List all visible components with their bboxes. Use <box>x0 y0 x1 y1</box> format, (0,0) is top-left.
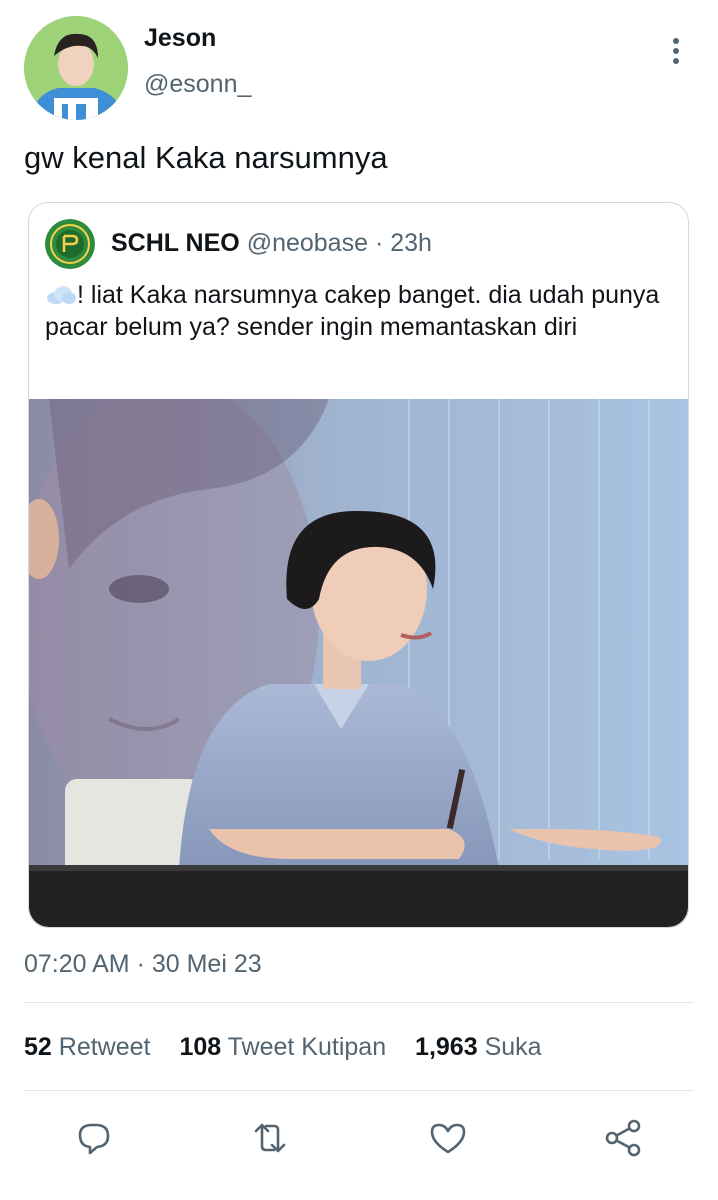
author-handle[interactable]: @esonn_ <box>144 70 251 99</box>
quote-text: ! liat Kaka narsumnya cakep banget. dia … <box>45 279 665 343</box>
action-bar <box>0 1110 718 1170</box>
quote-tweet-count: 108 <box>179 1033 222 1061</box>
divider <box>24 1002 694 1003</box>
like-stat[interactable]: 1,963 Suka <box>415 1033 542 1061</box>
quote-author-avatar[interactable] <box>45 219 95 269</box>
tweet-text: gw kenal Kaka narsumnya <box>24 140 388 175</box>
like-count: 1,963 <box>415 1033 478 1061</box>
tweet-stats: 52 Retweet 108 Tweet Kutipan 1,963 Suka <box>24 1033 564 1062</box>
quote-header: SCHL NEO @neobase · 23h <box>111 229 432 258</box>
quote-tweet-card[interactable]: SCHL NEO @neobase · 23h ! liat Kaka nars… <box>28 202 689 928</box>
retweet-label: Retweet <box>58 1033 151 1061</box>
more-vertical-icon[interactable] <box>662 34 690 68</box>
retweet-icon[interactable] <box>248 1116 292 1160</box>
divider <box>24 1090 694 1091</box>
quote-tweet-label: Tweet Kutipan <box>227 1033 387 1061</box>
cloud-icon <box>47 286 76 304</box>
heart-icon[interactable] <box>426 1116 470 1160</box>
author-display-name[interactable]: Jeson <box>144 24 216 53</box>
separator-dot: · <box>374 229 384 257</box>
author-avatar[interactable] <box>24 16 128 120</box>
quote-media-photo[interactable] <box>29 399 688 927</box>
tweet-timestamp[interactable]: 07:20 AM · 30 Mei 23 <box>24 950 262 979</box>
retweet-count: 52 <box>24 1033 52 1061</box>
reply-icon[interactable] <box>72 1116 116 1160</box>
quote-tweet-stat[interactable]: 108 Tweet Kutipan <box>179 1033 386 1061</box>
like-label: Suka <box>484 1033 542 1061</box>
quote-text-body: ! liat Kaka narsumnya cakep banget. dia … <box>45 281 660 341</box>
quote-author-name[interactable]: SCHL NEO <box>111 229 240 257</box>
quote-author-handle[interactable]: @neobase <box>247 229 368 257</box>
retweet-stat[interactable]: 52 Retweet <box>24 1033 150 1061</box>
share-icon[interactable] <box>602 1116 646 1160</box>
quote-time[interactable]: 23h <box>390 229 432 257</box>
